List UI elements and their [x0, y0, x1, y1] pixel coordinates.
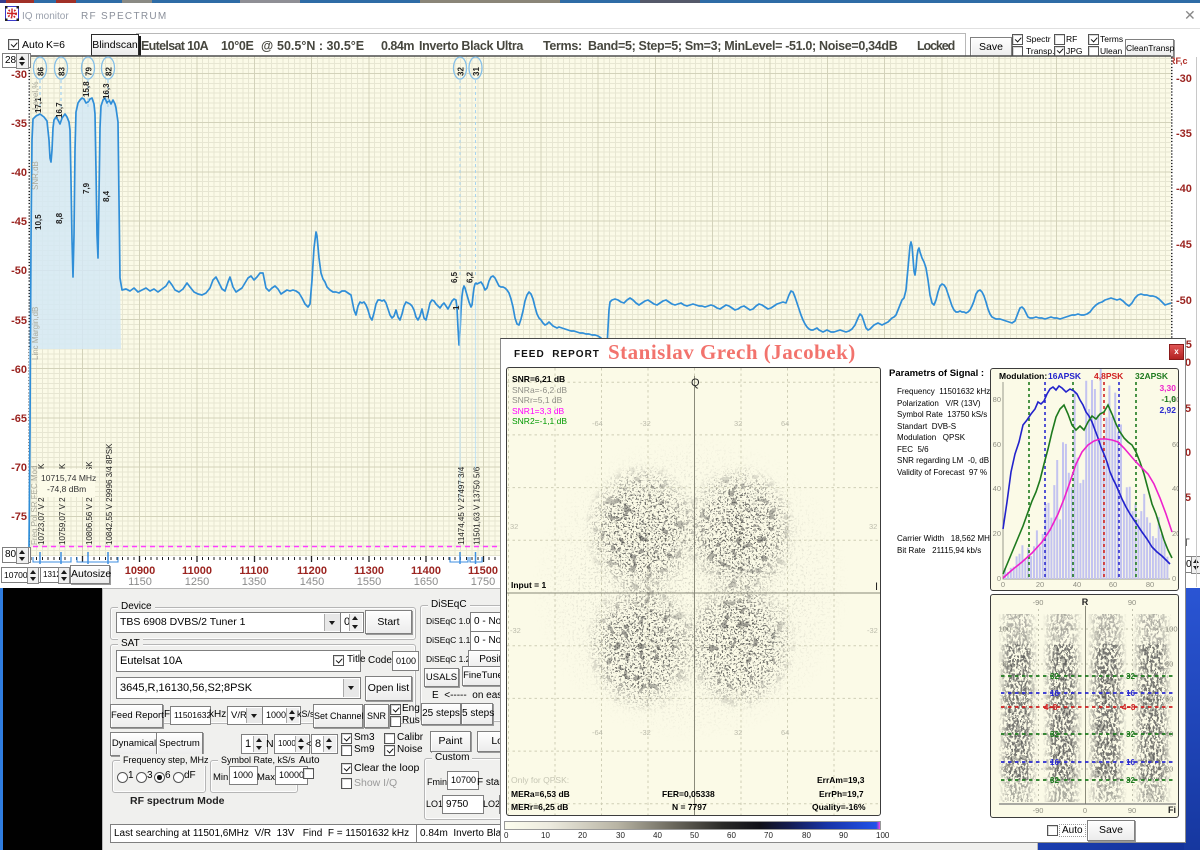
svg-text:80: 80: [993, 395, 1001, 404]
svg-text:-55: -55: [11, 315, 27, 327]
svg-text:-45: -45: [11, 216, 27, 228]
svg-text:-64: -64: [592, 728, 603, 737]
svg-text:-50: -50: [1176, 295, 1192, 307]
svg-text:-30: -30: [1176, 73, 1192, 85]
svg-text:6,5: 6,5: [450, 271, 459, 283]
svg-text:15,8: 15,8: [82, 81, 91, 97]
svg-text:79: 79: [85, 67, 94, 76]
svg-text:20: 20: [993, 529, 1001, 538]
svg-text:1650: 1650: [414, 576, 438, 588]
svg-text:Q: Q: [691, 377, 700, 389]
svg-text:90: 90: [1128, 806, 1136, 815]
svg-text:60: 60: [1172, 440, 1179, 449]
svg-text:8,4: 8,4: [102, 190, 111, 202]
svg-text:32: 32: [1050, 672, 1059, 681]
svg-text:-32: -32: [867, 626, 878, 635]
svg-text:4–8: 4–8: [1044, 703, 1058, 712]
svg-text:-35: -35: [11, 118, 27, 130]
svg-text:20: 20: [1036, 580, 1044, 589]
svg-text:32: 32: [510, 522, 518, 531]
svg-text:-32: -32: [640, 419, 651, 428]
svg-text:60: 60: [1109, 580, 1117, 589]
svg-text:1350: 1350: [242, 576, 266, 588]
svg-text:83: 83: [58, 67, 67, 76]
svg-text:16: 16: [1050, 758, 1059, 767]
svg-text:Level,%: Level,%: [31, 82, 40, 110]
svg-text:-64: -64: [592, 419, 603, 428]
svg-text:64: 64: [781, 728, 789, 737]
svg-text:-40: -40: [11, 167, 27, 179]
svg-text:32: 32: [1050, 730, 1059, 739]
svg-text:90: 90: [1128, 598, 1136, 607]
svg-text:3,30: 3,30: [1159, 383, 1176, 393]
svg-text:0: 0: [1001, 580, 1005, 589]
svg-text:-90: -90: [1033, 806, 1044, 815]
svg-text:-60: -60: [11, 364, 27, 376]
svg-text:16,7: 16,7: [55, 102, 64, 118]
svg-text:Fi: Fi: [1168, 805, 1176, 815]
svg-text:Linc Margin,dB: Linc Margin,dB: [31, 307, 40, 360]
svg-text:1750: 1750: [471, 576, 495, 588]
svg-text:-90: -90: [1033, 598, 1044, 607]
svg-text:SNR,dB: SNR,dB: [31, 161, 40, 190]
svg-text:-50: -50: [11, 265, 27, 277]
svg-text:1450: 1450: [300, 576, 324, 588]
svg-text:1550: 1550: [357, 576, 381, 588]
svg-text:I: I: [875, 581, 878, 593]
svg-text:16,3: 16,3: [102, 83, 111, 99]
svg-text:-75: -75: [11, 511, 27, 523]
svg-text:-35: -35: [1176, 128, 1192, 140]
svg-text:0: 0: [1083, 806, 1087, 815]
svg-text:R: R: [1082, 597, 1089, 607]
svg-text:Modulation:: Modulation:: [999, 371, 1047, 381]
svg-text:-32: -32: [510, 626, 521, 635]
svg-text:16: 16: [1126, 758, 1135, 767]
svg-text:4–8: 4–8: [1122, 703, 1136, 712]
svg-text:10,5: 10,5: [34, 214, 43, 230]
svg-text:32: 32: [1126, 730, 1135, 739]
svg-text:4,8PSK: 4,8PSK: [1094, 371, 1124, 381]
svg-text:-45: -45: [1176, 239, 1192, 251]
svg-text:32: 32: [869, 522, 877, 531]
svg-text:-74,8 dBm: -74,8 dBm: [47, 484, 86, 494]
svg-text:82: 82: [105, 67, 114, 76]
svg-text:7,9: 7,9: [82, 182, 91, 194]
svg-text:Freq Pol SR FEC Mod: Freq Pol SR FEC Mod: [30, 465, 39, 545]
svg-text:40: 40: [993, 484, 1001, 493]
svg-text:11501,63 V 13750 5/6: 11501,63 V 13750 5/6: [473, 466, 482, 545]
svg-text:60: 60: [993, 440, 1001, 449]
svg-text:10715,74 MHz: 10715,74 MHz: [41, 473, 96, 483]
svg-text:32: 32: [457, 67, 466, 76]
svg-text:20: 20: [1172, 529, 1179, 538]
svg-text:-70: -70: [11, 462, 27, 474]
svg-text:0: 0: [1172, 574, 1176, 583]
svg-text:8,8: 8,8: [55, 212, 64, 224]
svg-text:11474,45 V 27497 3/4: 11474,45 V 27497 3/4: [457, 466, 466, 545]
svg-text:32APSK: 32APSK: [1135, 371, 1169, 381]
svg-text:6,2: 6,2: [466, 271, 475, 283]
svg-text:31: 31: [472, 67, 481, 76]
svg-text:40: 40: [1172, 484, 1179, 493]
svg-text:-30: -30: [11, 69, 27, 81]
svg-text:32: 32: [1050, 776, 1059, 785]
svg-text:32: 32: [734, 419, 742, 428]
svg-text:16: 16: [1050, 689, 1059, 698]
svg-text:80: 80: [1146, 580, 1154, 589]
svg-text:-1,0: -1,0: [1161, 394, 1176, 404]
svg-text:10842,55 V 29996 3/4 8PSK: 10842,55 V 29996 3/4 8PSK: [105, 443, 114, 545]
svg-text:32: 32: [734, 728, 742, 737]
svg-text:1250: 1250: [185, 576, 209, 588]
svg-text:32: 32: [1126, 672, 1135, 681]
svg-text:-40: -40: [1176, 183, 1192, 195]
svg-text:-32: -32: [640, 728, 651, 737]
svg-text:40: 40: [1073, 580, 1081, 589]
svg-text:64: 64: [781, 419, 789, 428]
svg-text:16APSK: 16APSK: [1048, 371, 1082, 381]
svg-text:1150: 1150: [128, 576, 152, 588]
svg-text:86: 86: [37, 67, 46, 76]
svg-text:-65: -65: [11, 413, 27, 425]
svg-text:16: 16: [1126, 689, 1135, 698]
svg-text:32: 32: [1126, 776, 1135, 785]
svg-text:2,92: 2,92: [1159, 405, 1176, 415]
